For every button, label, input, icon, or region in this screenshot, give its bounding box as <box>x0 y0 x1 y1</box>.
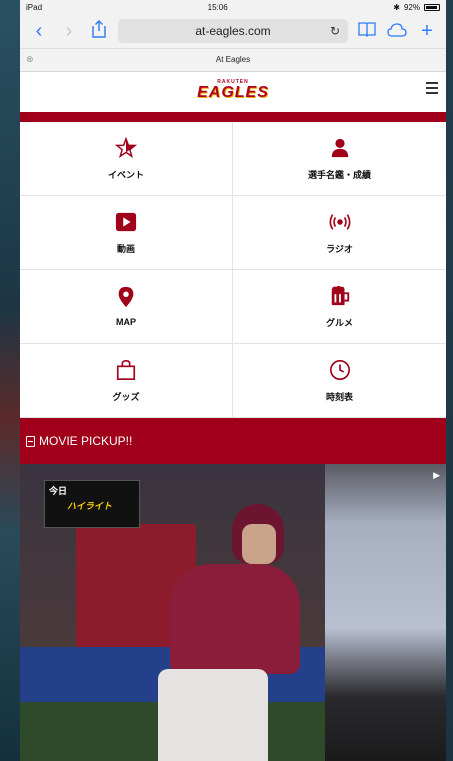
back-icon[interactable]: ‹ <box>28 21 50 41</box>
background-strip-left <box>0 0 20 761</box>
red-divider-bar <box>20 112 446 122</box>
shopping-bag-icon <box>116 359 136 380</box>
device-label: iPad <box>26 2 43 12</box>
play-icon[interactable]: ▶ <box>433 470 440 481</box>
site-header: RAKUTEN EAGLES <box>20 72 446 108</box>
battery-icon <box>423 3 440 11</box>
menu-item-radio[interactable]: ラジオ <box>233 196 446 270</box>
movie-pickup-title: MOVIE PICKUP!! <box>39 434 133 448</box>
menu-item-event[interactable]: イベント <box>20 122 233 196</box>
bookmarks-icon[interactable] <box>356 21 378 41</box>
menu-label: MAP <box>116 317 136 327</box>
video-play-icon <box>115 212 137 231</box>
menu-label: グッズ <box>112 391 140 402</box>
menu-item-players[interactable]: 選手名鑑・成績 <box>233 122 446 196</box>
radio-icon <box>329 213 350 230</box>
overlay-tag: ハイライト <box>67 501 112 511</box>
reload-icon[interactable]: ↻ <box>330 24 340 38</box>
menu-item-gourmet[interactable]: グルメ <box>233 270 446 344</box>
browser-window: iPad 15:06 ✱ 92% ‹ › at-eagles.com ↻ + ⊗… <box>20 0 446 761</box>
beer-mug-icon <box>331 285 349 305</box>
menu-item-goods[interactable]: グッズ <box>20 344 233 418</box>
menu-label: グルメ <box>325 317 353 328</box>
forward-icon[interactable]: › <box>58 21 80 41</box>
menu-grid: イベント 選手名鑑・成績 動画 ラジオ MAP グルメ グッズ 時刻表 <box>20 122 446 418</box>
browser-toolbar: ‹ › at-eagles.com ↻ + <box>20 14 446 48</box>
status-time: 15:06 <box>207 2 228 12</box>
status-bar: iPad 15:06 ✱ 92% <box>20 0 446 14</box>
menu-item-map[interactable]: MAP <box>20 270 233 344</box>
movie-pickup-header: MOVIE PICKUP!! <box>20 418 446 464</box>
player-face <box>242 524 276 564</box>
player-legs <box>158 669 268 761</box>
menu-item-timetable[interactable]: 時刻表 <box>233 344 446 418</box>
menu-label: 動画 <box>116 243 135 254</box>
background-strip-right <box>446 0 453 761</box>
menu-label: イベント <box>107 169 144 180</box>
battery-percent: 92% <box>403 2 420 12</box>
hamburger-menu-icon[interactable] <box>426 82 438 97</box>
video-player[interactable]: 今日 ハイライト ▶ <box>20 464 446 761</box>
menu-label: ラジオ <box>326 243 353 254</box>
share-icon[interactable] <box>88 20 110 42</box>
close-tab-icon[interactable]: ⊗ <box>26 54 34 65</box>
address-text: at-eagles.com <box>195 24 271 38</box>
star-icon <box>115 136 137 158</box>
overlay-today-label: 今日 <box>49 486 68 496</box>
menu-item-video[interactable]: 動画 <box>20 196 233 270</box>
clock-icon <box>329 359 350 380</box>
umpire-figure <box>325 464 446 761</box>
logo-text: EAGLES <box>197 84 269 101</box>
bluetooth-icon: ✱ <box>393 2 400 12</box>
new-tab-icon[interactable]: + <box>416 21 438 41</box>
tab-title[interactable]: At Eagles <box>216 55 250 64</box>
eagles-logo[interactable]: RAKUTEN EAGLES <box>197 79 269 101</box>
map-pin-icon <box>118 286 134 308</box>
menu-label: 時刻表 <box>325 391 353 402</box>
menu-label: 選手名鑑・成績 <box>307 169 371 180</box>
film-icon <box>26 435 35 447</box>
player-body <box>170 564 300 674</box>
player-icon <box>331 138 348 157</box>
browser-chrome: iPad 15:06 ✱ 92% ‹ › at-eagles.com ↻ + ⊗… <box>20 0 446 72</box>
tab-bar: ⊗ At Eagles <box>20 48 446 70</box>
broadcast-overlay: 今日 ハイライト <box>44 480 140 528</box>
address-bar[interactable]: at-eagles.com ↻ <box>118 19 348 43</box>
cloud-icon[interactable] <box>386 21 408 41</box>
